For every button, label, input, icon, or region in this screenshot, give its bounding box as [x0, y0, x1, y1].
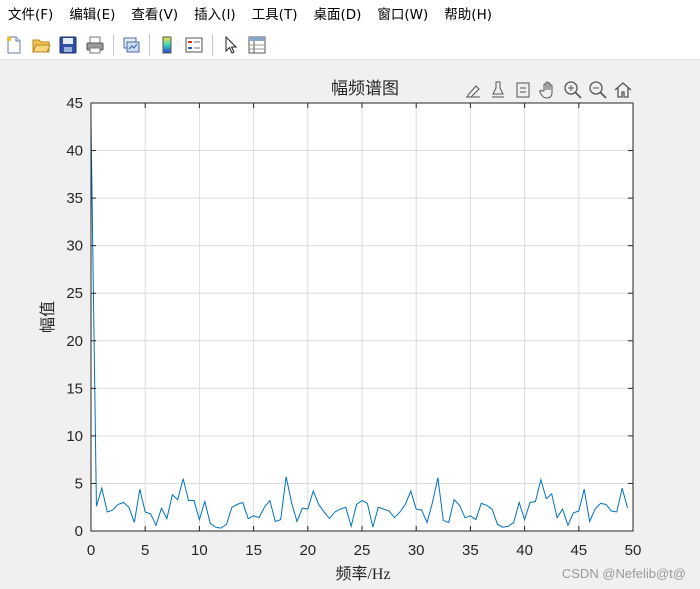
pan-icon[interactable] — [536, 78, 560, 102]
zoom-out-icon[interactable] — [586, 78, 610, 102]
zoom-in-icon[interactable] — [561, 78, 585, 102]
x-tick-label: 10 — [191, 542, 208, 559]
chart-title: 幅频谱图 — [331, 79, 399, 98]
home-icon[interactable] — [611, 78, 635, 102]
x-axis-label: 频率/Hz — [335, 565, 390, 583]
y-tick-label: 40 — [66, 143, 83, 160]
y-tick-label: 30 — [66, 238, 83, 255]
y-tick-label: 5 — [75, 475, 83, 492]
y-tick-label: 25 — [66, 285, 83, 302]
x-tick-label: 30 — [408, 542, 425, 559]
y-tick-label: 20 — [66, 333, 83, 350]
export-icon[interactable] — [511, 78, 535, 102]
x-tick-label: 45 — [570, 542, 587, 559]
watermark: CSDN @Nefelib@t@ — [561, 566, 686, 581]
brush-icon[interactable] — [461, 78, 485, 102]
y-tick-label: 10 — [66, 428, 83, 445]
y-tick-label: 45 — [66, 95, 83, 112]
x-tick-label: 0 — [87, 542, 95, 559]
y-axis-label: 幅值 — [39, 301, 57, 333]
y-tick-label: 35 — [66, 190, 83, 207]
x-tick-label: 5 — [141, 542, 149, 559]
y-tick-label: 15 — [66, 380, 83, 397]
data-tips-icon[interactable] — [486, 78, 510, 102]
axes-toolbar — [461, 78, 636, 102]
x-tick-label: 50 — [625, 542, 642, 559]
x-tick-label: 25 — [354, 542, 371, 559]
x-tick-label: 20 — [299, 542, 316, 559]
x-tick-label: 15 — [245, 542, 262, 559]
x-tick-label: 40 — [516, 542, 533, 559]
x-tick-label: 35 — [462, 542, 479, 559]
y-tick-label: 0 — [75, 523, 83, 540]
